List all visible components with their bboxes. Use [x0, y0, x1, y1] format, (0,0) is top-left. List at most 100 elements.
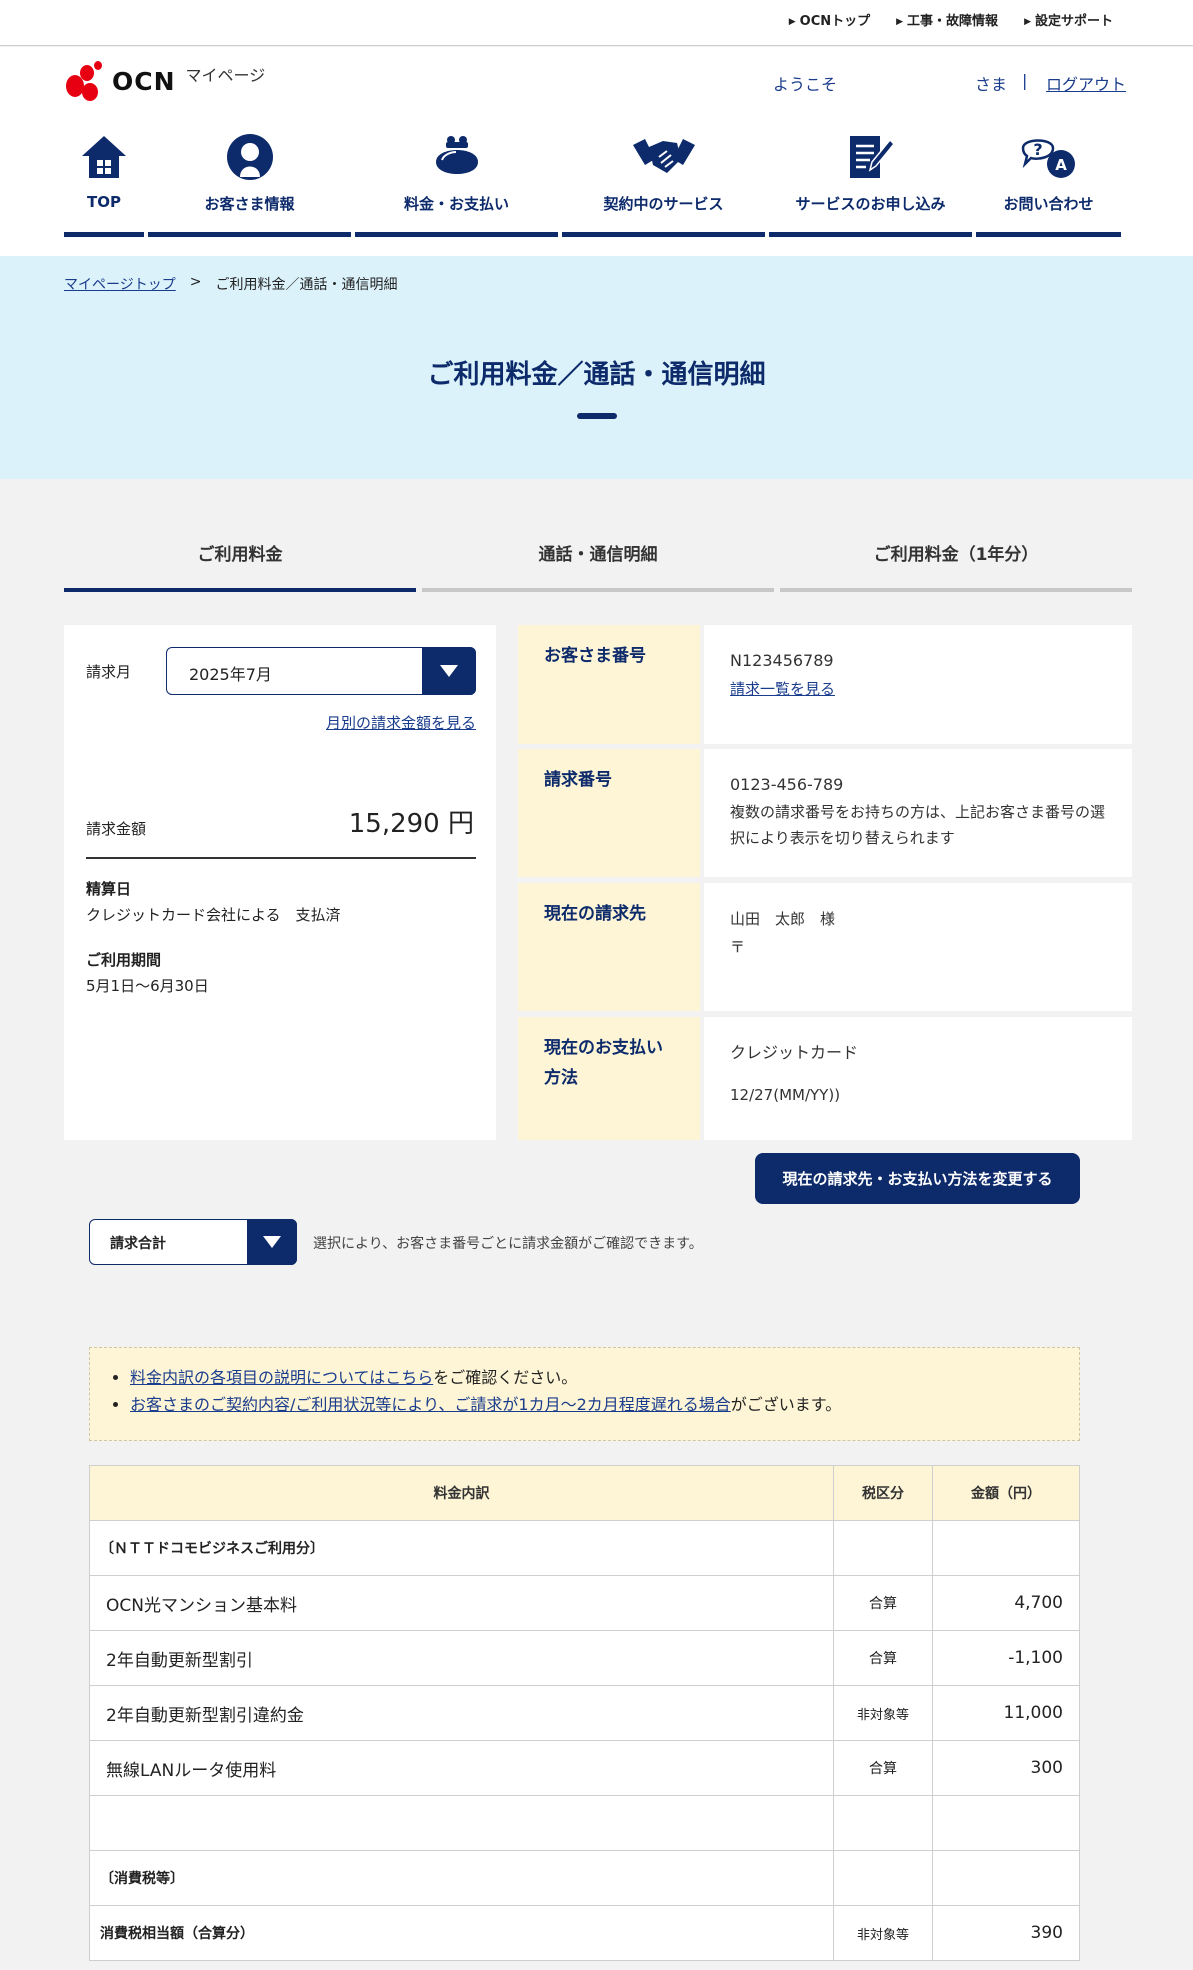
- home-icon: [64, 127, 144, 187]
- svg-text:?: ?: [1033, 140, 1042, 159]
- svg-text:A: A: [1055, 156, 1067, 174]
- welcome-text: ようこそ: [773, 75, 838, 94]
- nav-item-top[interactable]: TOP: [64, 127, 144, 237]
- col-header-item: 料金内訳: [89, 1465, 834, 1521]
- total-scope-value: 請求合計: [110, 1236, 166, 1252]
- fee-item-name: [89, 1795, 834, 1851]
- billing-to-name: 山田 太郎 様: [730, 910, 836, 928]
- billing-amount-value: 15,290 円: [348, 809, 474, 839]
- billing-month-value: 2025年7月: [189, 665, 272, 684]
- chevron-down-icon: [247, 1218, 297, 1265]
- monthly-amount-link[interactable]: 月別の請求金額を見る: [326, 712, 476, 733]
- fee-tax-category: [833, 1520, 933, 1576]
- nav-item-contracts[interactable]: 契約中のサービス: [562, 127, 765, 237]
- customer-no-label: お客さま番号: [518, 625, 700, 744]
- purse-icon: [355, 127, 558, 187]
- fee-tax-category: [833, 1795, 933, 1851]
- tab-usage-fee[interactable]: ご利用料金: [64, 520, 416, 592]
- title-underline: [577, 413, 617, 419]
- sama-text: さま: [975, 75, 1008, 94]
- tab-label: ご利用料金: [197, 545, 283, 565]
- fee-amount: [932, 1520, 1080, 1576]
- fee-table-body: 〔ＮＴＴドコモビジネスご利用分〕 OCN光マンション基本料 合算 4,700 2年自動更…: [89, 1520, 1080, 1961]
- nav-item-contact[interactable]: ? A お問い合わせ: [976, 127, 1121, 237]
- invoice-list-link[interactable]: 請求一覧を見る: [730, 680, 835, 698]
- payment-card-expiry: 12/27(MM/YY)): [730, 1086, 841, 1104]
- nav-label-apply: サービスのお申し込み: [795, 195, 946, 213]
- total-scope-note: 選択により、お客さま番号ごとに請求金額がご確認できます。: [313, 1236, 703, 1252]
- total-scope-select[interactable]: 請求合計: [89, 1218, 297, 1265]
- billing-month-label: 請求月: [86, 663, 132, 681]
- tab-annual-fee[interactable]: ご利用料金（1年分）: [780, 520, 1132, 592]
- table-header-row: 料金内訳 税区分 金額（円）: [89, 1465, 1080, 1521]
- logo-text: OCN: [112, 66, 176, 96]
- info-row-customer-no: お客さま番号 N123456789 請求一覧を見る: [518, 625, 1132, 744]
- breadcrumb-home-link[interactable]: マイページトップ: [64, 274, 176, 294]
- table-row: 2年自動更新型割引違約金 非対象等 11,000: [89, 1685, 1080, 1741]
- table-row: 〔消費税等〕: [89, 1850, 1080, 1906]
- change-payment-button[interactable]: 現在の請求先・お支払い方法を変更する: [755, 1153, 1080, 1204]
- fee-item-name: 消費税相当額（合算分）: [89, 1905, 834, 1961]
- table-row: 消費税相当額（合算分） 非対象等 390: [89, 1905, 1080, 1961]
- settle-date-label: 精算日: [86, 880, 132, 898]
- notice-text: がございます。: [730, 1395, 842, 1414]
- logo-subtitle: マイページ: [185, 66, 266, 85]
- tab-bar: ご利用料金 通話・通信明細 ご利用料金（1年分）: [64, 520, 1132, 592]
- fee-item-name: 〔消費税等〕: [89, 1850, 834, 1906]
- logout-link[interactable]: ログアウト: [1046, 71, 1126, 95]
- table-row: 〔ＮＴＴドコモビジネスご利用分〕: [89, 1520, 1080, 1576]
- breadcrumb: マイページトップ > ご利用料金／通話・通信明細: [64, 274, 397, 294]
- fee-tax-category: 合算: [833, 1575, 933, 1631]
- billing-month-select[interactable]: 2025年7月: [166, 646, 476, 695]
- invoice-no-note: 複数の請求番号をお持ちの方は、上記お客さま番号の選択により表示を切り替えられます: [730, 803, 1106, 847]
- nav-label-top: TOP: [87, 193, 121, 211]
- util-link-ocn-top[interactable]: OCNトップ: [789, 10, 870, 29]
- billing-amount-label: 請求金額: [86, 820, 147, 838]
- billing-to-label: 現在の請求先: [518, 883, 700, 1011]
- tab-call-details[interactable]: 通話・通信明細: [422, 520, 774, 592]
- usage-period-value: 5月1日～6月30日: [86, 977, 209, 995]
- nav-item-apply[interactable]: サービスのお申し込み: [769, 127, 972, 237]
- table-row: 無線LANルータ使用料 合算 300: [89, 1740, 1080, 1796]
- info-row-billing-to: 現在の請求先 山田 太郎 様 〒: [518, 883, 1132, 1011]
- billing-to-zip: 〒: [730, 938, 746, 956]
- payment-method-label: 現在のお支払い方法: [518, 1017, 700, 1140]
- notice-item: 料金内訳の各項目の説明についてはこちらをご確認ください。: [130, 1364, 1079, 1391]
- billing-delay-link[interactable]: お客さまのご契約内容/ご利用状況等により、ご請求が1カ月～2カ月程度遅れる場合: [130, 1395, 731, 1414]
- global-nav: TOP お客さま情報 料金・お支払い 契約中のサービス サービスのお申し込み ?…: [64, 127, 1128, 237]
- header-separator: |: [1022, 71, 1028, 90]
- payment-method-value: クレジットカード: [730, 1043, 859, 1062]
- utility-bar: OCNトップ 工事・故障情報 設定サポート: [0, 0, 1193, 46]
- ocn-logo[interactable]: OCN マイページ: [64, 61, 265, 101]
- util-link-support[interactable]: 設定サポート: [1024, 10, 1113, 29]
- fee-tax-category: 合算: [833, 1740, 933, 1796]
- fee-item-name: 〔ＮＴＴドコモビジネスご利用分〕: [89, 1520, 834, 1576]
- notice-text: をご確認ください。: [433, 1368, 578, 1387]
- util-link-construction[interactable]: 工事・故障情報: [896, 10, 998, 29]
- question-chat-icon: ? A: [976, 127, 1121, 187]
- col-header-tax: 税区分: [833, 1465, 933, 1521]
- nav-item-billing[interactable]: 料金・お支払い: [355, 127, 558, 237]
- form-pen-icon: [769, 127, 972, 187]
- utility-links: OCNトップ 工事・故障情報 設定サポート: [789, 10, 1113, 29]
- fee-tax-category: 非対象等: [833, 1685, 933, 1741]
- col-header-amount: 金額（円）: [932, 1465, 1080, 1521]
- nav-item-customer-info[interactable]: お客さま情報: [148, 127, 351, 237]
- table-row: 2年自動更新型割引 合算 -1,100: [89, 1630, 1080, 1686]
- fee-amount: 300: [932, 1740, 1080, 1796]
- invoice-no-label: 請求番号: [518, 749, 700, 877]
- tab-label: ご利用料金（1年分）: [873, 545, 1039, 565]
- page-hero: マイページトップ > ご利用料金／通話・通信明細 ご利用料金／通話・通信明細: [0, 256, 1193, 479]
- nav-label-contracts: 契約中のサービス: [603, 195, 724, 213]
- handshake-icon: [562, 127, 765, 187]
- fee-explanation-link[interactable]: 料金内訳の各項目の説明についてはこちら: [130, 1368, 433, 1387]
- info-row-invoice-no: 請求番号 0123-456-789 複数の請求番号をお持ちの方は、上記お客さま番…: [518, 749, 1132, 877]
- usage-period-label: ご利用期間: [86, 951, 162, 969]
- fee-tax-category: 合算: [833, 1630, 933, 1686]
- nav-label-contact: お問い合わせ: [1003, 195, 1094, 213]
- notice-box: 料金内訳の各項目の説明についてはこちらをご確認ください。 お客さまのご契約内容/…: [89, 1347, 1080, 1441]
- fee-amount: 390: [932, 1905, 1080, 1961]
- table-row: OCN光マンション基本料 合算 4,700: [89, 1575, 1080, 1631]
- tab-label: 通話・通信明細: [538, 545, 658, 565]
- nav-label-billing: 料金・お支払い: [403, 195, 509, 213]
